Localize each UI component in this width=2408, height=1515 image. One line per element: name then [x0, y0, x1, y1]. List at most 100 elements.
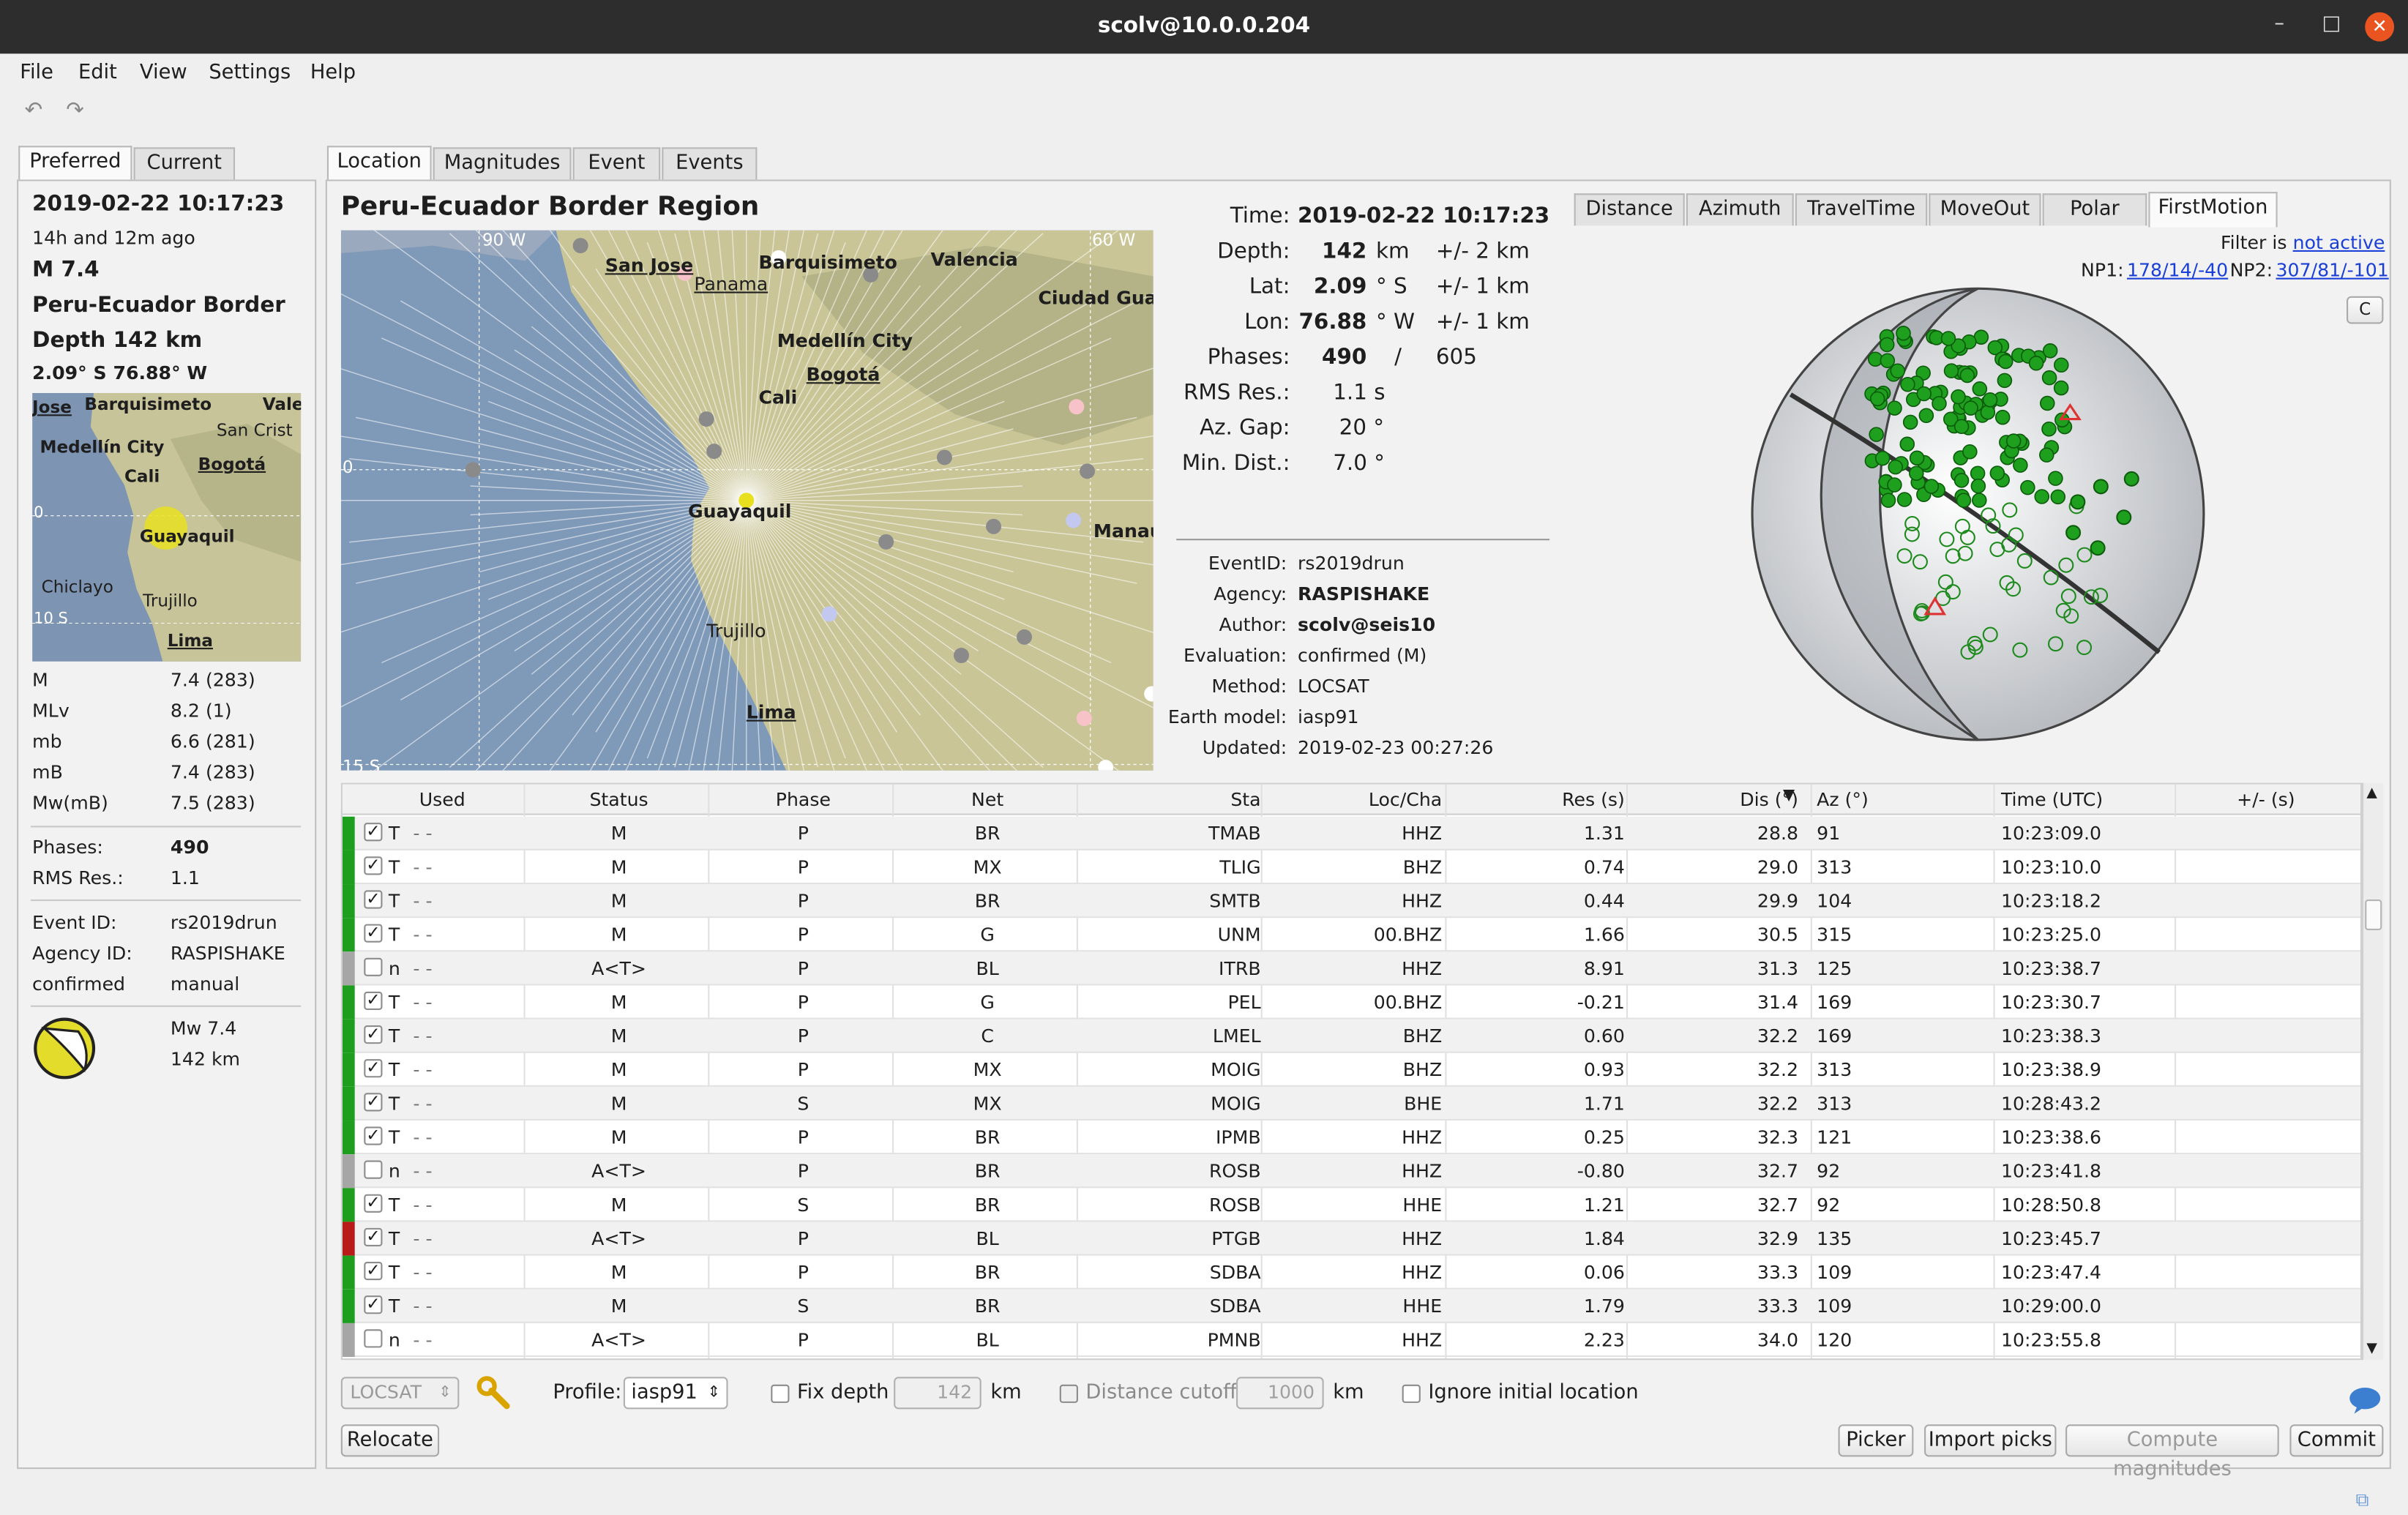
arrival-table[interactable]: Used Status Phase Net Sta Loc/Cha Res (s) Dis (…: [340, 782, 2363, 1361]
scroll-up-icon[interactable]: ▲: [2366, 786, 2377, 801]
used-checkbox[interactable]: [364, 1329, 383, 1348]
table-row[interactable]: n - - A<T> P BL ITRB HHZ 8.91 31.3 125 10:23:38.7: [342, 951, 2360, 986]
plot-tab-traveltime[interactable]: TravelTime: [1795, 193, 1928, 226]
menu-settings[interactable]: Settings: [209, 61, 291, 84]
used-checkbox[interactable]: ✓: [364, 1295, 383, 1314]
relocate-button[interactable]: Relocate: [340, 1424, 440, 1457]
profile-select[interactable]: iasp91 ⇕: [623, 1377, 728, 1410]
menu-help[interactable]: Help: [310, 61, 356, 84]
used-checkbox[interactable]: ✓: [364, 856, 383, 875]
magnitude-type: mb: [32, 730, 62, 752]
magnitude-type: M: [32, 669, 48, 691]
tab-magnitudes[interactable]: Magnitudes: [433, 147, 572, 180]
cell-d: 31.3: [1757, 957, 1798, 980]
np1-link[interactable]: 178/14/-40: [2127, 259, 2228, 280]
filter-link[interactable]: not active: [2293, 232, 2385, 253]
fix-depth-checkbox[interactable]: [771, 1384, 790, 1403]
column-header[interactable]: Sta: [1080, 789, 1260, 810]
table-row[interactable]: n - - A<T> P BL PMNB HHZ 2.23 34.0 120 10:23:55.8: [342, 1323, 2360, 1358]
plot-tab-distance[interactable]: Distance: [1574, 193, 1685, 226]
used-checkbox[interactable]: ✓: [364, 1025, 383, 1044]
tab-preferred[interactable]: Preferred: [18, 146, 132, 182]
column-header[interactable]: Res (s): [1448, 789, 1625, 810]
compute-magnitudes-button[interactable]: Compute magnitudes: [2065, 1424, 2279, 1481]
used-checkbox[interactable]: ✓: [364, 890, 383, 909]
menu-edit[interactable]: Edit: [78, 61, 117, 84]
used-checkbox[interactable]: [364, 957, 383, 976]
locator-select[interactable]: LOCSAT ⇕: [340, 1377, 460, 1410]
distance-cutoff-checkbox[interactable]: [1059, 1384, 1078, 1403]
table-scrollbar[interactable]: ▲ ▼: [2362, 782, 2384, 1361]
table-row[interactable]: ✓ T - - M P G PEL 00.BHZ -0.21 31.4 169 10:23:30.7: [342, 985, 2360, 1020]
origin-lat-label: Lat:: [1249, 274, 1290, 299]
table-row[interactable]: ✓ T - - M P G UNM 00.BHZ 1.66 30.5 315 10:23:25.0: [342, 918, 2360, 952]
tab-event[interactable]: Event: [572, 147, 661, 180]
cell-s: M: [610, 1194, 627, 1216]
scroll-down-icon[interactable]: ▼: [2366, 1342, 2377, 1357]
column-header[interactable]: Used: [358, 789, 527, 810]
redo-icon[interactable]: ↷: [66, 98, 84, 123]
table-row[interactable]: ✓ T - - M P BR SDBA HHZ 0.06 33.3 109 10:23:47.4: [342, 1255, 2360, 1290]
table-row[interactable]: ✓ T - - M S BR ROSB HHE 1.21 32.7 92 10:28:50.8: [342, 1188, 2360, 1222]
plot-tab-azimuth[interactable]: Azimuth: [1686, 193, 1794, 226]
table-row[interactable]: n - - A<T> P BR ROSB HHZ -0.80 32.7 92 10:23:41.8: [342, 1154, 2360, 1189]
tab-events[interactable]: Events: [662, 147, 758, 180]
cell-d: 31.4: [1757, 991, 1798, 1014]
menu-view[interactable]: View: [140, 61, 187, 84]
plot-tab-moveout[interactable]: MoveOut: [1929, 193, 2041, 226]
table-row[interactable]: ✓ T - - M P MX MOIG BHZ 0.93 32.2 313 10:23:38.9: [342, 1052, 2360, 1087]
tab-location[interactable]: Location: [326, 146, 432, 182]
ignore-initial-checkbox[interactable]: [1402, 1384, 1421, 1403]
status-color-strip: [342, 850, 355, 885]
table-row[interactable]: ✓ T - - M P BR TMAB HHZ 1.31 28.8 91 10:23:09.0: [342, 816, 2360, 850]
column-header[interactable]: Az (°): [1817, 789, 1970, 810]
import-picks-button[interactable]: Import picks: [1924, 1424, 2057, 1457]
close-button[interactable]: ✕: [2365, 12, 2395, 42]
corner-button[interactable]: C: [2347, 296, 2384, 324]
used-checkbox[interactable]: ✓: [364, 1227, 383, 1247]
event-map[interactable]: 90 W 60 W San Jose Panama Barquisimeto V…: [340, 230, 1153, 771]
column-header[interactable]: Status: [527, 789, 711, 810]
used-checkbox[interactable]: ✓: [364, 924, 383, 943]
table-row[interactable]: ✓ T - - M S MX MOIG BHE 1.71 32.2 313 10:28:43.2: [342, 1086, 2360, 1121]
table-row[interactable]: ✓ T - - M P MX TLIG BHZ 0.74 29.0 313 10:23:10.0: [342, 850, 2360, 885]
plot-tab-polar[interactable]: Polar: [2042, 193, 2147, 226]
plot-tab-firstmotion[interactable]: FirstMotion: [2148, 192, 2278, 228]
menu-file[interactable]: File: [20, 61, 53, 84]
status-icon: ⧉: [2355, 1489, 2369, 1511]
used-checkbox[interactable]: ✓: [364, 823, 383, 842]
table-row[interactable]: ✓ T - - A<T> P BL PTGB HHZ 1.84 32.9 135 10:23:45.7: [342, 1222, 2360, 1256]
column-header[interactable]: +/- (s): [2177, 789, 2354, 810]
used-checkbox[interactable]: ✓: [364, 1059, 383, 1078]
table-row[interactable]: ✓ T - - M P BR IPMB HHZ 0.25 32.3 121 10:23:38.6: [342, 1121, 2360, 1155]
wrench-icon[interactable]: [474, 1374, 511, 1410]
maximize-button[interactable]: □: [2322, 12, 2341, 35]
column-header[interactable]: Phase: [711, 789, 895, 810]
fix-depth-input[interactable]: 142: [894, 1377, 981, 1410]
scroll-thumb[interactable]: [2365, 899, 2382, 930]
column-header[interactable]: Time (UTC): [2001, 789, 2170, 810]
column-header[interactable]: Dis (°): [1629, 789, 1798, 810]
firstmotion-plot[interactable]: [1748, 287, 2208, 747]
mini-map[interactable]: Jose Barquisimeto Vale San Crist Medellí…: [32, 392, 302, 662]
table-row[interactable]: ✓ T - - M S BR SDBA HHE 1.79 33.3 109 10:29:00.0: [342, 1289, 2360, 1323]
column-header[interactable]: Loc/Cha: [1264, 789, 1442, 810]
used-checkbox[interactable]: ✓: [364, 1261, 383, 1281]
used-checkbox[interactable]: ✓: [364, 1093, 383, 1112]
distance-cutoff-input[interactable]: 1000: [1236, 1377, 1324, 1410]
table-row[interactable]: ✓ T - - M P BR SMTB HHZ 0.44 29.9 104 10:23:18.2: [342, 884, 2360, 919]
used-checkbox[interactable]: ✓: [364, 1126, 383, 1145]
picker-button[interactable]: Picker: [1838, 1424, 1914, 1457]
chat-icon[interactable]: [2348, 1378, 2382, 1414]
table-row[interactable]: ✓ T - - M P C LMEL BHZ 0.60 32.2 169 10:23:38.3: [342, 1019, 2360, 1053]
column-header[interactable]: Net: [895, 789, 1080, 810]
used-checkbox[interactable]: ✓: [364, 991, 383, 1011]
np2-link[interactable]: 307/81/-101: [2276, 259, 2389, 280]
tab-current[interactable]: Current: [133, 147, 236, 180]
undo-icon[interactable]: ↶: [25, 98, 43, 123]
used-checkbox[interactable]: ✓: [364, 1194, 383, 1213]
used-checkbox[interactable]: [364, 1160, 383, 1179]
minimize-button[interactable]: –: [2274, 12, 2284, 35]
cell-lc: HHZ: [1402, 1329, 1443, 1351]
commit-button[interactable]: Commit: [2289, 1424, 2384, 1457]
